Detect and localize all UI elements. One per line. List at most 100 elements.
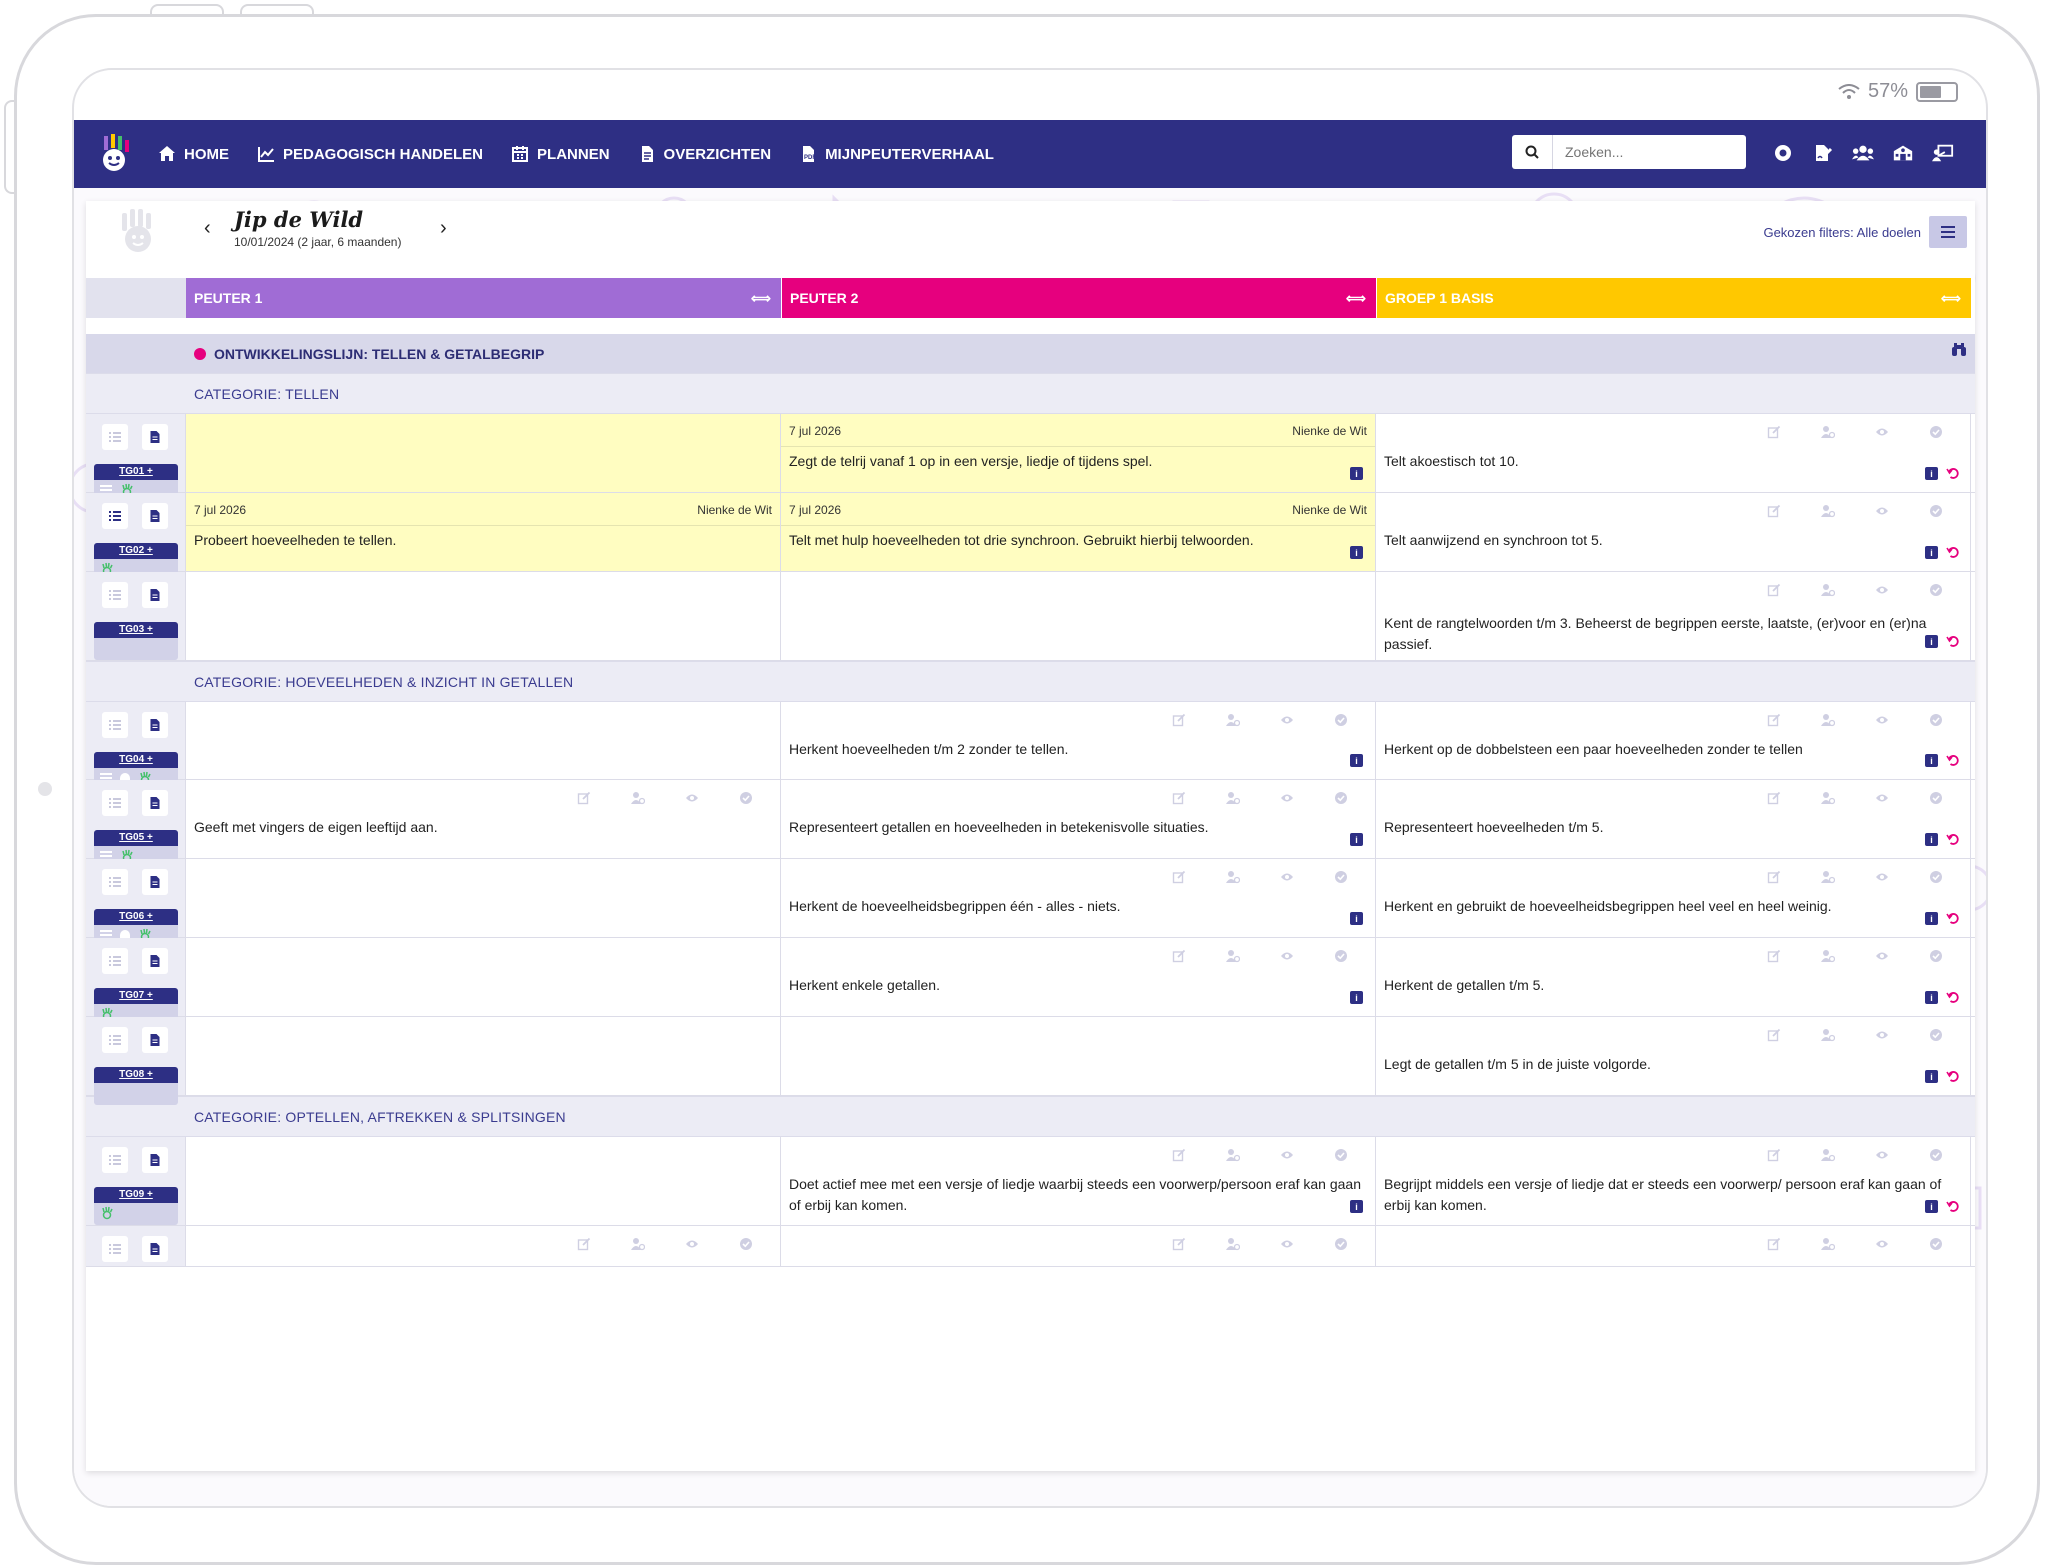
assign-user-icon[interactable] — [1820, 1027, 1836, 1043]
search-button[interactable] — [1512, 135, 1553, 169]
view-icon[interactable] — [1874, 424, 1890, 440]
assign-user-icon[interactable] — [1820, 1236, 1836, 1252]
edit-icon[interactable] — [1766, 790, 1782, 806]
info-icon[interactable]: i — [1925, 546, 1938, 559]
goal-list-button[interactable] — [102, 582, 128, 608]
goal-document-button[interactable] — [142, 1027, 168, 1053]
edit-icon[interactable] — [1766, 582, 1782, 598]
view-icon[interactable] — [1874, 1147, 1890, 1163]
assign-user-icon[interactable] — [1820, 503, 1836, 519]
edit-icon[interactable] — [1766, 1027, 1782, 1043]
goal-list-button[interactable] — [102, 712, 128, 738]
view-icon[interactable] — [1279, 1236, 1295, 1252]
goal-code[interactable]: TG04 + — [94, 752, 178, 768]
edit-icon[interactable] — [1171, 1147, 1187, 1163]
info-icon[interactable]: i — [1925, 1070, 1938, 1083]
view-icon[interactable] — [1874, 948, 1890, 964]
view-icon[interactable] — [1874, 1236, 1890, 1252]
edit-icon[interactable] — [1766, 948, 1782, 964]
check-icon[interactable] — [1333, 712, 1349, 728]
info-icon[interactable]: i — [1350, 754, 1363, 767]
info-icon[interactable]: i — [1350, 833, 1363, 846]
collapse-column-icon[interactable]: ⟺ — [751, 290, 771, 307]
goal-document-button[interactable] — [142, 712, 168, 738]
undo-icon[interactable] — [1946, 634, 1960, 648]
goal-code[interactable]: TG03 + — [94, 622, 178, 638]
edit-icon[interactable] — [1766, 1236, 1782, 1252]
check-icon[interactable] — [1928, 1147, 1944, 1163]
check-icon[interactable] — [1928, 948, 1944, 964]
assign-user-icon[interactable] — [1820, 948, 1836, 964]
goal-code[interactable]: TG05 + — [94, 830, 178, 846]
goal-code-badge[interactable]: TG08 + — [94, 1067, 178, 1105]
info-icon[interactable]: i — [1350, 1200, 1363, 1213]
check-icon[interactable] — [1928, 1236, 1944, 1252]
view-icon[interactable] — [1874, 582, 1890, 598]
nav-home[interactable]: HOME — [158, 145, 229, 163]
check-icon[interactable] — [1928, 869, 1944, 885]
assign-user-icon[interactable] — [1820, 712, 1836, 728]
view-icon[interactable] — [684, 1236, 700, 1252]
info-icon[interactable]: i — [1925, 1200, 1938, 1213]
assign-user-icon[interactable] — [1820, 790, 1836, 806]
info-icon[interactable]: i — [1925, 991, 1938, 1004]
undo-icon[interactable] — [1946, 545, 1960, 559]
goal-list-button[interactable] — [102, 790, 128, 816]
goal-code[interactable]: TG06 + — [94, 909, 178, 925]
edit-icon[interactable] — [1171, 712, 1187, 728]
info-icon[interactable]: i — [1350, 467, 1363, 480]
record-icon[interactable] — [1772, 142, 1794, 164]
edit-icon[interactable] — [1766, 1147, 1782, 1163]
view-icon[interactable] — [684, 790, 700, 806]
info-icon[interactable]: i — [1925, 635, 1938, 648]
edit-icon[interactable] — [1766, 503, 1782, 519]
nav-plannen[interactable]: PLANNEN — [511, 145, 610, 163]
goal-document-button[interactable] — [142, 582, 168, 608]
next-child-button[interactable]: › — [440, 217, 447, 240]
assign-user-icon[interactable] — [1820, 1147, 1836, 1163]
goal-code[interactable]: TG01 + — [94, 464, 178, 480]
search-input[interactable] — [1553, 143, 1737, 161]
assign-user-icon[interactable] — [1225, 712, 1241, 728]
edit-icon[interactable] — [1766, 869, 1782, 885]
goal-document-button[interactable] — [142, 1147, 168, 1173]
goal-list-button[interactable] — [102, 948, 128, 974]
check-icon[interactable] — [1928, 790, 1944, 806]
goal-code[interactable]: TG09 + — [94, 1187, 178, 1203]
undo-icon[interactable] — [1946, 1069, 1960, 1083]
users-icon[interactable] — [1852, 142, 1874, 164]
teacher-icon[interactable] — [1932, 142, 1954, 164]
info-icon[interactable]: i — [1925, 833, 1938, 846]
view-icon[interactable] — [1874, 1027, 1890, 1043]
goal-list-button[interactable] — [102, 1147, 128, 1173]
check-icon[interactable] — [1333, 790, 1349, 806]
info-icon[interactable]: i — [1925, 912, 1938, 925]
goal-list-button[interactable] — [102, 503, 128, 529]
edit-icon[interactable] — [1171, 1236, 1187, 1252]
check-icon[interactable] — [1928, 712, 1944, 728]
assign-user-icon[interactable] — [1225, 1236, 1241, 1252]
assign-user-icon[interactable] — [1225, 790, 1241, 806]
goal-document-button[interactable] — [142, 503, 168, 529]
undo-icon[interactable] — [1946, 466, 1960, 480]
previous-child-button[interactable]: ‹ — [204, 217, 211, 240]
goal-code[interactable]: TG08 + — [94, 1067, 178, 1083]
info-icon[interactable]: i — [1925, 467, 1938, 480]
goal-list-button[interactable] — [102, 869, 128, 895]
undo-icon[interactable] — [1946, 990, 1960, 1004]
assign-user-icon[interactable] — [1820, 424, 1836, 440]
goal-list-button[interactable] — [102, 1236, 128, 1262]
goal-document-button[interactable] — [142, 1236, 168, 1262]
edit-icon[interactable] — [576, 1236, 592, 1252]
nav-pedagogisch-handelen[interactable]: PEDAGOGISCH HANDELEN — [257, 145, 483, 163]
nav-overzichten[interactable]: OVERZICHTEN — [638, 145, 771, 163]
goal-document-button[interactable] — [142, 948, 168, 974]
app-logo[interactable] — [92, 132, 136, 176]
assign-user-icon[interactable] — [630, 790, 646, 806]
view-icon[interactable] — [1279, 712, 1295, 728]
edit-icon[interactable] — [576, 790, 592, 806]
edit-icon[interactable] — [1766, 712, 1782, 728]
collapse-column-icon[interactable]: ⟺ — [1346, 290, 1366, 307]
goal-document-button[interactable] — [142, 790, 168, 816]
view-icon[interactable] — [1874, 790, 1890, 806]
